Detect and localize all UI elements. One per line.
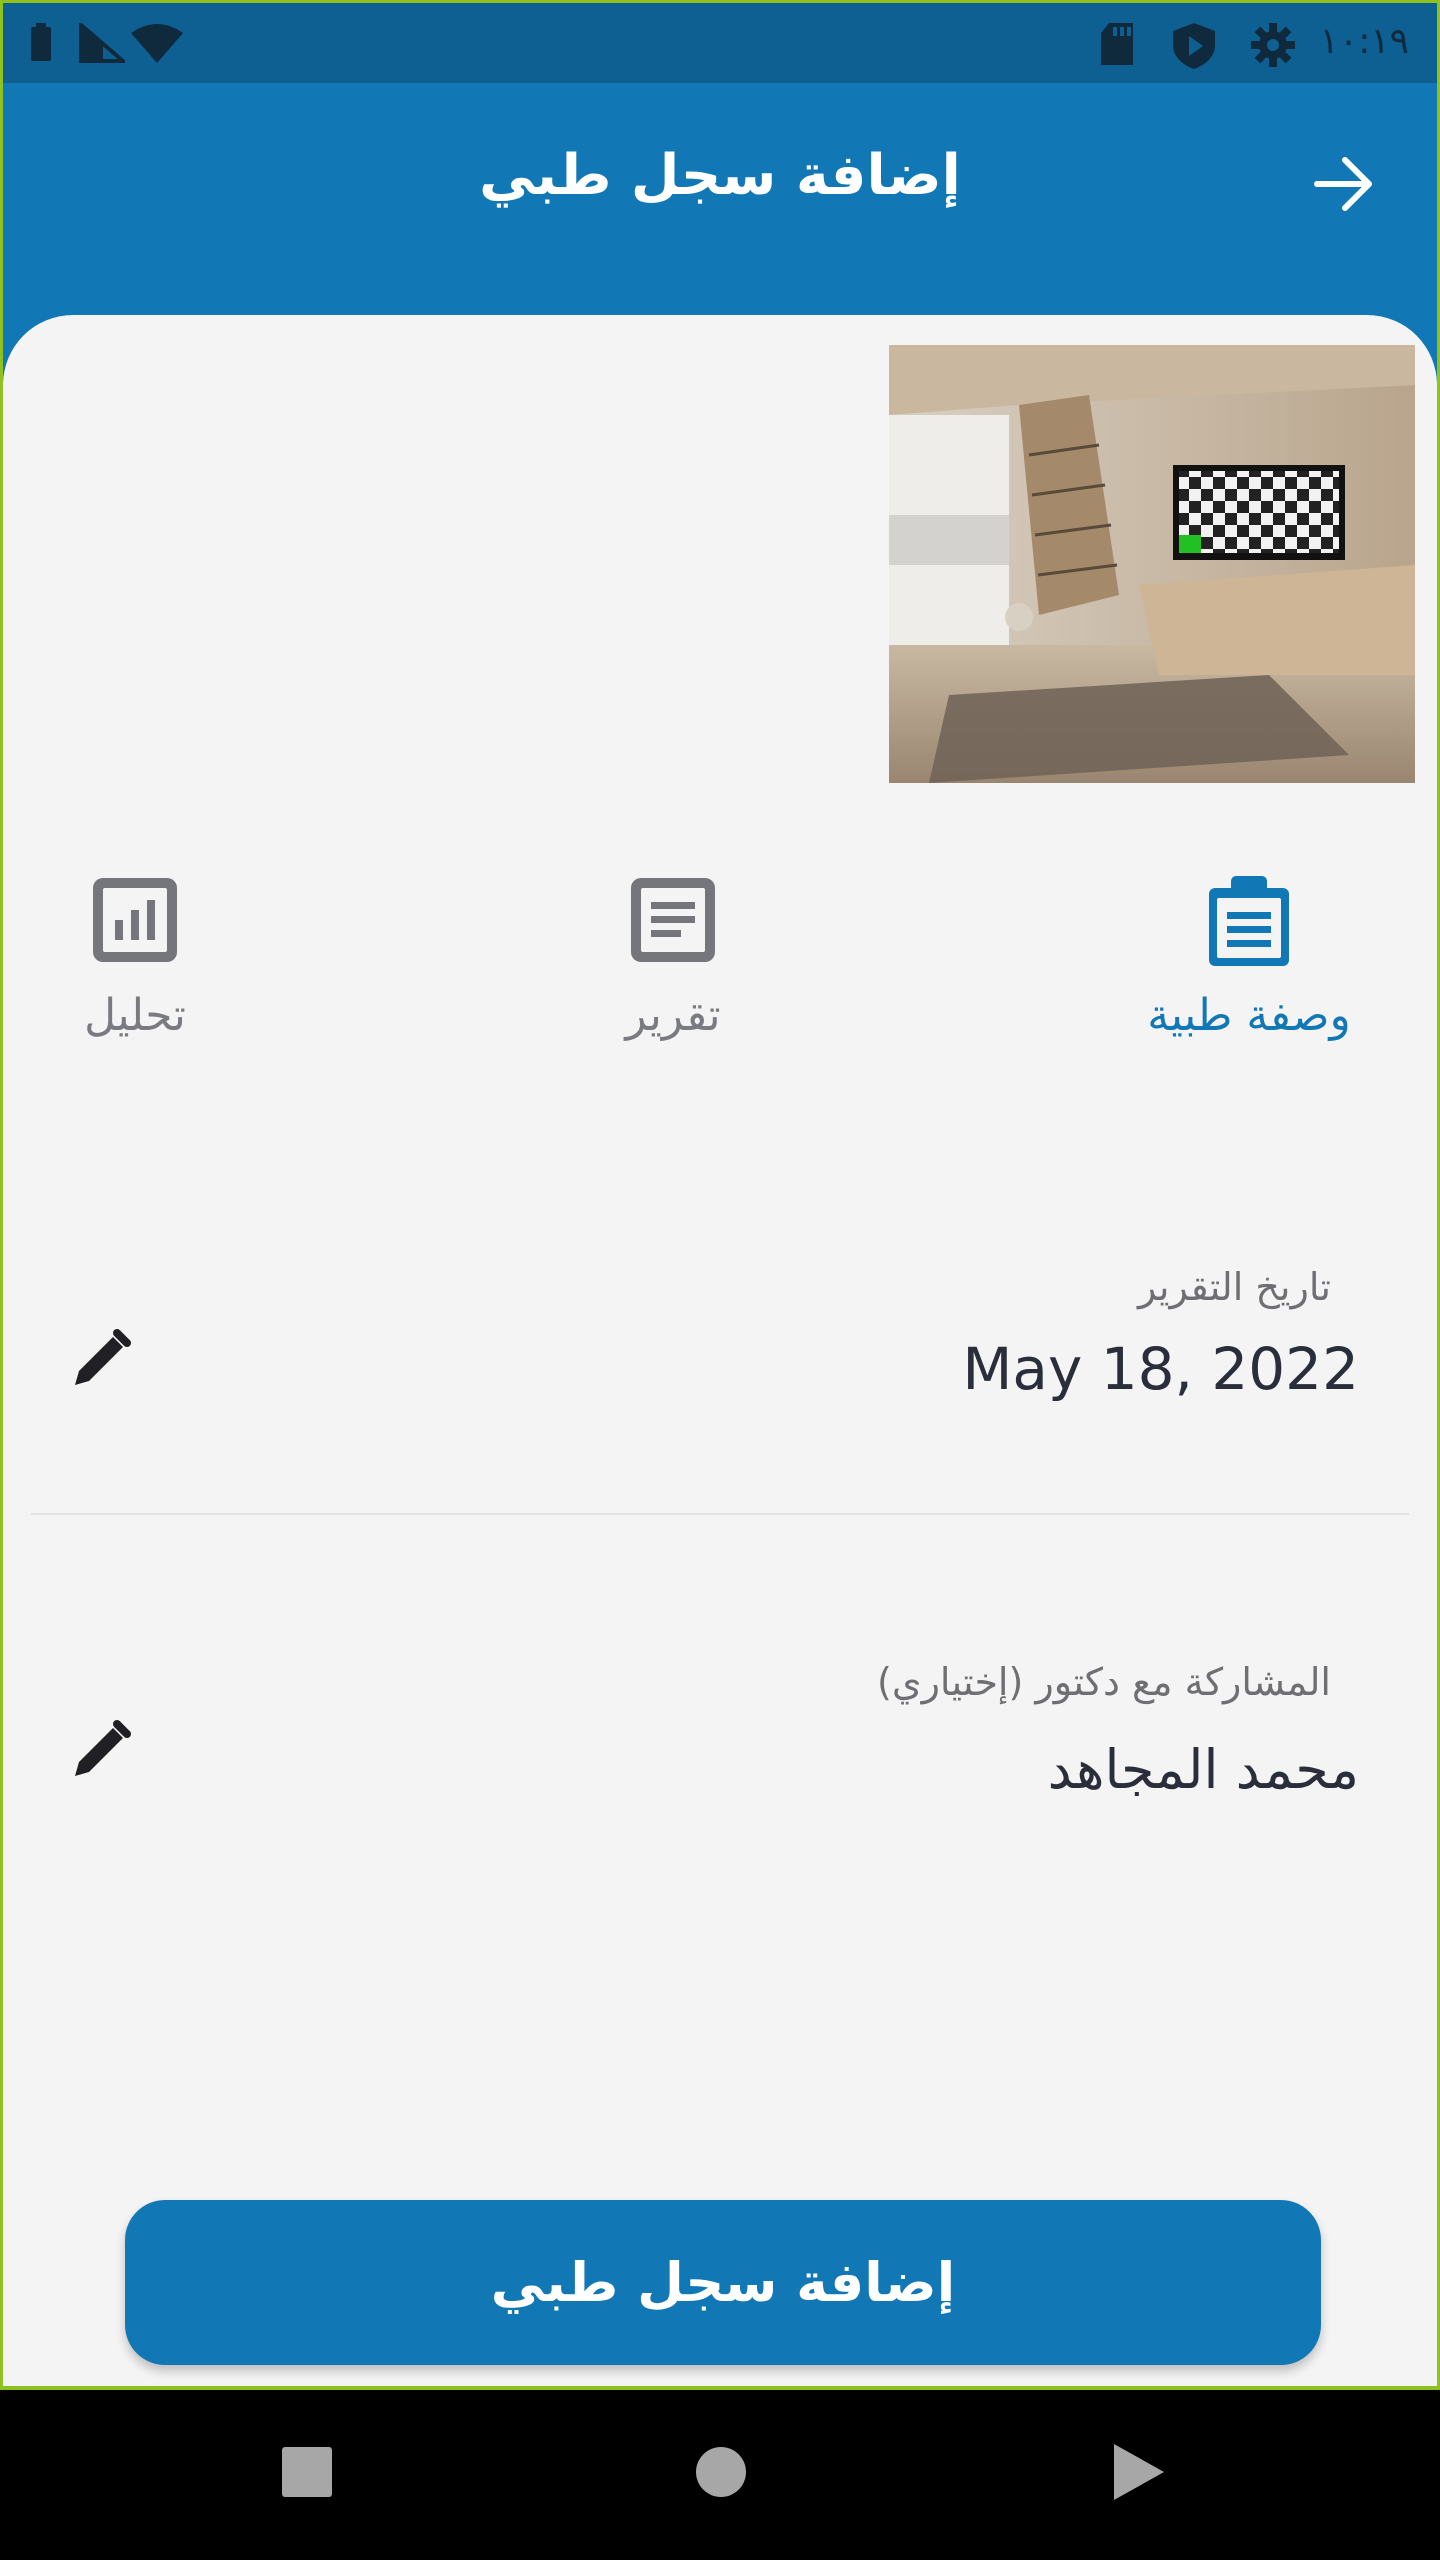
report-date-field[interactable]: تاريخ التقرير May 18, 2022 [31, 1235, 1409, 1435]
share-doctor-field[interactable]: المشاركة مع دكتور (إختياري) محمد المجاهد [31, 1630, 1409, 1850]
app-window: ١٠:١٩ إضافة سجل طبي وصفة طبية تقرير تحلي… [0, 0, 1440, 2390]
report-date-value: May 18, 2022 [962, 1335, 1359, 1403]
status-bar: ١٠:١٩ [3, 3, 1437, 83]
share-doctor-value: محمد المجاهد [1047, 1738, 1359, 1801]
record-photo[interactable] [889, 345, 1415, 783]
page-title: إضافة سجل طبي [479, 143, 961, 208]
tab-label: تقرير [625, 990, 721, 1041]
system-nav-bar [0, 2390, 1440, 2560]
signal-icon [79, 23, 125, 63]
field-divider [31, 1513, 1409, 1515]
back-triangle-icon[interactable] [1110, 2442, 1166, 2502]
recent-apps-square-icon[interactable] [280, 2445, 334, 2499]
arrow-right-icon[interactable] [1311, 151, 1377, 217]
pencil-icon[interactable] [69, 1718, 133, 1782]
clipboard-list-icon [1209, 876, 1289, 966]
tab-report[interactable]: تقرير [523, 870, 823, 1041]
content-sheet: وصفة طبية تقرير تحليل تاريخ التقرير May … [3, 315, 1437, 2386]
add-medical-record-button[interactable]: إضافة سجل طبي [125, 2200, 1321, 2365]
app-bar: إضافة سجل طبي [3, 83, 1437, 318]
sd-card-icon [1101, 23, 1133, 65]
settings-gear-icon [1251, 23, 1295, 67]
wifi-icon [131, 24, 183, 63]
tab-prescription[interactable]: وصفة طبية [1099, 870, 1399, 1041]
tab-analysis[interactable]: تحليل [3, 870, 285, 1041]
tab-label: تحليل [84, 990, 186, 1041]
document-icon [631, 878, 715, 962]
share-doctor-label: المشاركة مع دكتور (إختياري) [877, 1660, 1331, 1704]
tab-label: وصفة طبية [1147, 990, 1351, 1041]
bar-chart-icon [93, 878, 177, 962]
pencil-icon[interactable] [69, 1327, 133, 1391]
shield-play-icon [1173, 23, 1215, 69]
home-circle-icon[interactable] [694, 2445, 748, 2499]
report-date-label: تاريخ التقرير [1137, 1265, 1331, 1309]
clock-time: ١٠:١٩ [1319, 21, 1409, 62]
battery-icon [31, 23, 51, 61]
